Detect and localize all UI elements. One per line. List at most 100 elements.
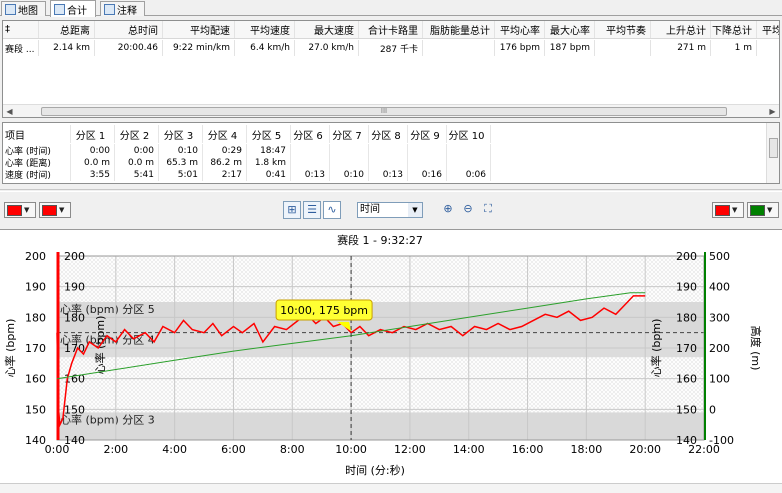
chart-bottom-scrollbar[interactable]: [0, 483, 782, 493]
right-color-picker-2[interactable]: ▼: [747, 202, 779, 218]
zones-header-row: 项目 分区 1 分区 2 分区 3 分区 4 分区 5 分区 6 分区 7 分区 8 分区 9 分区…: [3, 125, 491, 143]
left-y-tick-label: 200: [25, 250, 46, 263]
summary-header-row: ‡ 总距离 总时间 平均配速 平均速度 最大速度 合计卡路里 脂肪能量总计 平均心率 最大心率 平均…: [3, 21, 779, 39]
summary-header-cell[interactable]: 下降总计: [711, 21, 757, 38]
table-icon: [54, 3, 65, 15]
summary-header-cell[interactable]: 平均节奏: [595, 21, 651, 38]
inner-right-y-tick-label: 140: [676, 434, 697, 447]
inner-left-y-tick-label: 200: [64, 250, 85, 263]
tab-map-label: 地图: [18, 5, 38, 17]
summary-header-cell[interactable]: 上升总计: [651, 21, 711, 38]
zone-cell: 3:55: [71, 168, 115, 181]
zone-cell: 分区 7: [330, 125, 369, 143]
left-y-tick-label: 150: [25, 403, 46, 416]
x-tick-label: 16:00: [512, 443, 544, 456]
zone-cell: 分区 10: [447, 125, 491, 143]
x-tick-label: 2:00: [103, 443, 128, 456]
lines-view-icon[interactable]: ☰: [303, 201, 321, 219]
summary-header-cell[interactable]: 总时间: [95, 21, 163, 38]
summary-cell: 187 bpm: [545, 40, 595, 56]
summary-cell: 赛段 ...: [3, 40, 39, 56]
zone-cell: 5:41: [115, 168, 159, 181]
summary-cell: [595, 40, 651, 56]
summary-header-cell[interactable]: 最大心率: [545, 21, 595, 38]
tab-map[interactable]: 地图: [1, 1, 46, 17]
left-color-picker-1[interactable]: ▼: [4, 202, 36, 218]
zones-scroll-thumb[interactable]: [769, 138, 778, 158]
x-tick-label: 10:00: [335, 443, 367, 456]
right-y-tick-label: 200: [709, 342, 730, 355]
left-color-picker-2[interactable]: ▼: [39, 202, 71, 218]
chevron-down-icon[interactable]: ▼: [408, 203, 422, 217]
panel-splitter[interactable]: [0, 189, 782, 192]
inner-right-y-tick-label: 150: [676, 403, 697, 416]
color-swatch: [715, 204, 730, 216]
summary-header-cell[interactable]: 脂肪能量总计: [423, 21, 495, 38]
color-swatch: [7, 204, 22, 216]
x-tick-label: 18:00: [571, 443, 603, 456]
zones-data-row: 速度 (时间) 3:55 5:41 5:01 2:17 0:41 0:13 0:10 0:13 0…: [3, 168, 491, 181]
left-y-tick-label: 170: [25, 342, 46, 355]
x-axis-mode-value: 时间: [360, 204, 380, 215]
chart-title: 赛段 1 - 9:32:27: [337, 233, 423, 247]
summary-header-cell[interactable]: 最大速度: [295, 21, 359, 38]
right-y-tick-label: 400: [709, 281, 730, 294]
x-tick-label: 4:00: [162, 443, 187, 456]
zones-table: 项目 分区 1 分区 2 分区 3 分区 4 分区 5 分区 6 分区 7 分区 8 分区 9 分区…: [2, 122, 780, 184]
zoom-in-icon[interactable]: ⊕: [439, 201, 457, 219]
right-color-picker-1[interactable]: ▼: [712, 202, 744, 218]
zone-cell: 分区 1: [71, 125, 115, 143]
zones-vertical-scrollbar[interactable]: [766, 123, 779, 183]
zone-cell: 0:06: [447, 168, 491, 181]
summary-header-cell[interactable]: 平均功率: [757, 21, 779, 38]
zone-cell: 0:13: [369, 168, 408, 181]
tab-summary[interactable]: 合计: [50, 0, 96, 17]
left-y-tick-label: 140: [25, 434, 46, 447]
chevron-down-icon: ▼: [24, 206, 30, 214]
grid-view-icon[interactable]: ⊞: [283, 201, 301, 219]
zone-cell: 0:41: [247, 168, 291, 181]
summary-header-cell[interactable]: 平均速度: [235, 21, 295, 38]
tab-notes[interactable]: 注释: [100, 1, 145, 17]
inner-right-y-tick-label: 160: [676, 373, 697, 386]
chart-panel[interactable]: 赛段 1 - 9:32:27 心率 (bpm) 分区 5 心率 (bpm) 分区 …: [0, 229, 782, 483]
summary-cell: 271 m: [651, 40, 711, 56]
chevron-down-icon: ▼: [59, 206, 65, 214]
scroll-thumb[interactable]: III: [41, 107, 727, 116]
zoom-fit-icon[interactable]: ⛶: [479, 201, 497, 219]
left-axis-label: 心率 (bpm): [3, 319, 17, 378]
zone-cell: 分区 5: [247, 125, 291, 143]
scroll-left-icon[interactable]: ◀: [4, 106, 15, 117]
inner-right-y-tick-label: 170: [676, 342, 697, 355]
summary-cell: [423, 40, 495, 56]
summary-header-cell[interactable]: 合计卡路里: [359, 21, 423, 38]
summary-header-cell[interactable]: 总距离: [39, 21, 95, 38]
scroll-right-icon[interactable]: ▶: [767, 106, 778, 117]
summary-header-cell[interactable]: 平均心率: [495, 21, 545, 38]
x-axis-label: 时间 (分:秒): [345, 463, 405, 477]
x-tick-label: 12:00: [394, 443, 426, 456]
zone-cell: 0:10: [330, 168, 369, 181]
inner-right-y-tick-label: 190: [676, 281, 697, 294]
wave-view-icon[interactable]: ∿: [323, 201, 341, 219]
chevron-down-icon: ▼: [767, 206, 773, 214]
inner-left-y-tick-label: 190: [64, 281, 85, 294]
zoom-out-icon[interactable]: ⊖: [459, 201, 477, 219]
summary-header-cell[interactable]: ‡: [3, 21, 39, 38]
summary-header-cell[interactable]: 平均配速: [163, 21, 235, 38]
zone-cell: 5:01: [159, 168, 203, 181]
chevron-down-icon: ▼: [732, 206, 738, 214]
left-y-tick-label: 160: [25, 373, 46, 386]
x-tick-label: 14:00: [453, 443, 485, 456]
zone-cell: 速度 (时间): [3, 168, 71, 181]
summary-cell: 27.0 km/h: [295, 40, 359, 56]
left-y-tick-label: 190: [25, 281, 46, 294]
summary-data-row[interactable]: 赛段 ... 2.14 km 20:00.46 9:22 min/km 6.4 km/h…: [3, 40, 779, 56]
summary-horizontal-scrollbar[interactable]: ◀ III ▶: [3, 104, 779, 117]
heart-rate-chart[interactable]: 赛段 1 - 9:32:27 心率 (bpm) 分区 5心率 (bpm) 分区 …: [0, 230, 782, 484]
summary-cell: 9:22 min/km: [163, 40, 235, 56]
summary-cell: 176 bpm: [495, 40, 545, 56]
x-axis-mode-select[interactable]: 时间 ▼: [357, 202, 423, 218]
zone-cell: 分区 3: [159, 125, 203, 143]
x-tick-label: 6:00: [221, 443, 246, 456]
